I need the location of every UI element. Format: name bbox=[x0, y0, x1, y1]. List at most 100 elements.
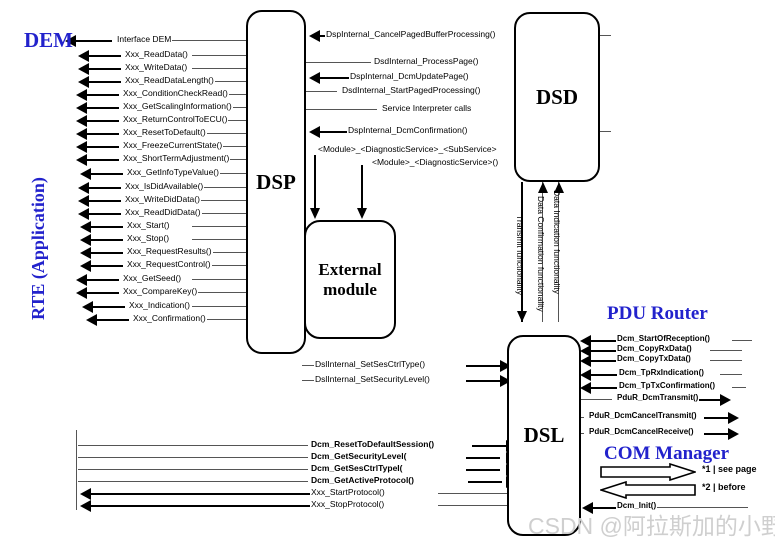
row-caption: Xxx_WriteData() bbox=[124, 61, 189, 73]
signal-row-dsl-app-0[interactable]: Dcm_ResetToDefaultSession() bbox=[78, 438, 534, 452]
arrow-shaft bbox=[87, 94, 119, 97]
arrow-shaft bbox=[97, 319, 129, 322]
signal-row-dsl-app-5[interactable]: Xxx_StopProtocol() bbox=[78, 498, 534, 512]
module-box-dsd[interactable]: DSD bbox=[514, 12, 600, 182]
row-caption: Xxx_Start() bbox=[126, 219, 171, 231]
dsd-dsl-arrow-down-icon bbox=[517, 311, 527, 322]
arrow-head-left-icon bbox=[86, 314, 97, 326]
row-caption: Xxx_GetScalingInformation() bbox=[122, 100, 233, 112]
arrow-head-left-icon bbox=[76, 89, 87, 101]
com-manager-note-2: *2 | before bbox=[702, 482, 746, 492]
arrow-shaft bbox=[91, 493, 311, 496]
row-caption: Dcm_ResetToDefaultSession() bbox=[310, 438, 436, 450]
row-caption: <Module>_<DiagnosticService>() bbox=[371, 156, 500, 168]
arrow-shaft bbox=[91, 252, 123, 255]
row-line bbox=[732, 387, 746, 388]
arrow-head-left-icon bbox=[76, 102, 87, 114]
arrow-head-left-icon bbox=[80, 234, 91, 246]
module-label-external-line1: External bbox=[318, 259, 382, 279]
row-caption: DslInternal_SetSecurityLevel() bbox=[314, 373, 431, 385]
arrow-shaft bbox=[91, 505, 311, 508]
arrow-shaft bbox=[704, 433, 730, 436]
arrow-shaft bbox=[591, 350, 617, 353]
row-caption: Xxx_GetInfoTypeValue() bbox=[126, 166, 220, 178]
signal-row-pdur-6[interactable]: PduR_DcmCancelTransmit() bbox=[576, 410, 758, 424]
arrow-head-left-icon bbox=[76, 141, 87, 153]
row-caption: Dcm_TpRxIndication() bbox=[618, 367, 705, 379]
row-caption: <Module>_<DiagnosticService>_<SubService… bbox=[317, 143, 498, 155]
module-label-dsl: DSL bbox=[523, 423, 565, 447]
arrow-head-left-icon bbox=[78, 50, 89, 62]
arrow-head-right-icon bbox=[728, 412, 739, 424]
arrow-head-left-icon bbox=[309, 30, 320, 42]
row-line bbox=[732, 340, 752, 341]
dsd-dsl-label-0: Transmit functionality bbox=[515, 215, 525, 295]
group-title-com-manager: COM Manager bbox=[604, 443, 730, 464]
arrow-head-left-icon bbox=[78, 208, 89, 220]
arrow-shaft bbox=[466, 457, 500, 460]
arrow-head-left-icon bbox=[76, 287, 87, 299]
arrow-head-left-icon bbox=[580, 369, 591, 381]
arrow-shaft bbox=[704, 417, 730, 420]
row-line bbox=[302, 365, 314, 366]
signal-row-pdur-5[interactable]: PduR_DcmTransmit() bbox=[576, 392, 758, 406]
signal-row-dsp-dsl-1[interactable]: DslInternal_SetSecurityLevel() bbox=[300, 373, 512, 387]
arrow-head-left-icon bbox=[78, 76, 89, 88]
row-caption: PduR_DcmCancelTransmit() bbox=[588, 410, 698, 422]
arrow-shaft bbox=[466, 380, 500, 383]
arrow-shaft bbox=[89, 213, 121, 216]
row-caption: Xxx_ReturnControlToECU() bbox=[122, 113, 229, 125]
dsd-dsl-arrow-up-icon bbox=[538, 182, 548, 193]
arrow-head-left-icon bbox=[78, 182, 89, 194]
module-box-dsp[interactable]: DSP bbox=[246, 10, 306, 354]
com-manager-block-arrow-left-icon[interactable] bbox=[600, 481, 696, 499]
signal-row-pdur-2[interactable]: Dcm_CopyTxData() bbox=[576, 353, 758, 367]
row-caption: Xxx_ReadDataLength() bbox=[124, 74, 215, 86]
arrow-head-left-icon bbox=[78, 195, 89, 207]
signal-row-pdur-7[interactable]: PduR_DcmCancelReceive() bbox=[576, 426, 758, 440]
row-caption: Xxx_CompareKey() bbox=[122, 285, 199, 297]
row-line bbox=[305, 109, 377, 110]
module-service-line-2 bbox=[361, 165, 363, 210]
row-caption: Interface DEM bbox=[116, 33, 173, 45]
row-caption: Xxx_ShortTermAdjustment() bbox=[122, 152, 231, 164]
arrow-head-left-icon bbox=[309, 72, 320, 84]
module-service-arrow-2-icon bbox=[357, 208, 367, 219]
signal-row-dsp-dsl-0[interactable]: DslInternal_SetSesCtrlType() bbox=[300, 358, 512, 372]
arrow-head-left-icon bbox=[80, 221, 91, 233]
arrow-head-left-icon bbox=[76, 274, 87, 286]
group-title-pdu-router: PDU Router bbox=[607, 303, 708, 324]
arrow-shaft bbox=[468, 481, 502, 484]
arrow-head-left-icon bbox=[76, 128, 87, 140]
arrow-shaft bbox=[87, 279, 119, 282]
signal-row-dsl-app-3[interactable]: Dcm_GetActiveProtocol() bbox=[78, 474, 534, 488]
signal-row-dsl-app-4[interactable]: Xxx_StartProtocol() bbox=[78, 486, 534, 500]
row-caption: Xxx_Stop() bbox=[126, 232, 171, 244]
row-caption: Dcm_GetActiveProtocol() bbox=[310, 474, 415, 486]
arrow-head-left-icon bbox=[76, 115, 87, 127]
module-box-dsl[interactable]: DSL bbox=[507, 335, 581, 536]
rte-left-rail bbox=[76, 430, 77, 510]
arrow-shaft bbox=[87, 133, 119, 136]
row-caption: Xxx_Confirmation() bbox=[132, 312, 207, 324]
row-caption: Xxx_ResetToDefault() bbox=[122, 126, 207, 138]
row-line bbox=[78, 457, 308, 458]
arrow-head-left-icon bbox=[80, 500, 91, 512]
row-caption: DspInternal_DcmUpdatePage() bbox=[349, 70, 470, 82]
row-line bbox=[78, 481, 308, 482]
arrow-shaft bbox=[87, 292, 119, 295]
arrow-shaft bbox=[87, 107, 119, 110]
row-caption: Xxx_IsDidAvailable() bbox=[124, 180, 205, 192]
arrow-head-left-icon bbox=[82, 301, 93, 313]
com-manager-block-arrow-right-icon[interactable] bbox=[600, 463, 696, 481]
row-caption: Xxx_StopProtocol() bbox=[310, 498, 386, 510]
row-caption: Xxx_GetSeed() bbox=[122, 272, 183, 284]
signal-row-dsl-app-1[interactable]: Dcm_GetSecurityLevel( bbox=[78, 450, 534, 464]
row-caption: Dcm_GetSesCtrlTypeI( bbox=[310, 462, 404, 474]
row-caption: Xxx_ReadData() bbox=[124, 48, 189, 60]
arrow-head-right-icon bbox=[728, 428, 739, 440]
arrow-shaft bbox=[91, 226, 123, 229]
row-caption: Xxx_ConditionCheckRead() bbox=[122, 87, 229, 99]
signal-row-dsl-app-2[interactable]: Dcm_GetSesCtrlTypeI( bbox=[78, 462, 534, 476]
module-box-external[interactable]: External module bbox=[304, 220, 396, 339]
